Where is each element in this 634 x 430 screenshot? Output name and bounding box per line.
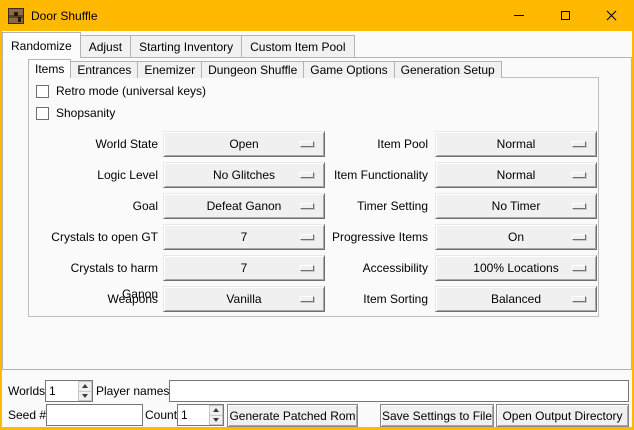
- shopsanity-row: Shopsanity: [36, 106, 115, 120]
- weapons-dropdown[interactable]: Vanilla: [163, 286, 325, 312]
- dropdown-indicator-icon: [572, 234, 586, 240]
- maximize-icon: [561, 11, 570, 20]
- progressive-items-label: Progressive Items: [302, 224, 428, 250]
- tab-game-options[interactable]: Game Options: [303, 61, 394, 78]
- app-door-icon: [8, 8, 24, 24]
- tab-generation-setup[interactable]: Generation Setup: [394, 61, 502, 78]
- dropdown-indicator-icon: [572, 141, 586, 147]
- item-functionality-label: Item Functionality: [302, 162, 428, 188]
- crystals-harm-ganon-label: Crystals to harm Ganon: [32, 255, 158, 281]
- progressive-items-dropdown[interactable]: On: [435, 224, 597, 250]
- tab-entrances[interactable]: Entrances: [70, 61, 138, 78]
- main-tab-bar: Randomize Adjust Starting Inventory Cust…: [2, 32, 354, 58]
- close-button[interactable]: [588, 0, 634, 30]
- worlds-spin-down-button[interactable]: [78, 391, 92, 402]
- worlds-label: Worlds: [8, 380, 45, 402]
- goal-dropdown[interactable]: Defeat Ganon: [163, 193, 325, 219]
- save-settings-button[interactable]: Save Settings to File: [380, 404, 494, 427]
- item-sorting-label: Item Sorting: [302, 286, 428, 312]
- world-state-dropdown[interactable]: Open: [163, 131, 325, 157]
- arrow-down-icon: [213, 418, 219, 422]
- minimize-icon: [514, 15, 524, 16]
- crystals-open-gt-dropdown[interactable]: 7: [163, 224, 325, 250]
- count-spin-down-button[interactable]: [209, 415, 223, 426]
- arrow-down-icon: [82, 394, 88, 398]
- count-spin-up-button[interactable]: [209, 405, 223, 415]
- crystals-harm-ganon-dropdown[interactable]: 7: [163, 255, 325, 281]
- weapons-label: Weapons: [32, 286, 158, 312]
- window-body: Randomize Adjust Starting Inventory Cust…: [2, 31, 632, 427]
- world-state-label: World State: [32, 131, 158, 157]
- logic-level-label: Logic Level: [32, 162, 158, 188]
- logic-level-dropdown[interactable]: No Glitches: [163, 162, 325, 188]
- door-shuffle-window: Door Shuffle Randomize Adjust Starting I…: [0, 0, 634, 430]
- sub-tab-bar: Items Entrances Enemizer Dungeon Shuffle…: [28, 59, 501, 78]
- worlds-spinbox: [45, 380, 93, 402]
- crystals-open-gt-label: Crystals to open GT: [32, 224, 158, 250]
- window-title: Door Shuffle: [31, 9, 98, 23]
- open-output-directory-button[interactable]: Open Output Directory: [496, 404, 629, 427]
- arrow-up-icon: [82, 384, 88, 388]
- shopsanity-checkbox[interactable]: [36, 107, 49, 120]
- worlds-spin-up-button[interactable]: [78, 381, 92, 391]
- arrow-up-icon: [213, 408, 219, 412]
- generate-patched-rom-button[interactable]: Generate Patched Rom: [227, 404, 358, 427]
- tab-starting-inventory[interactable]: Starting Inventory: [130, 35, 242, 58]
- item-pool-label: Item Pool: [302, 131, 428, 157]
- close-icon: [606, 10, 617, 21]
- item-sorting-dropdown[interactable]: Balanced: [435, 286, 597, 312]
- shopsanity-label: Shopsanity: [56, 106, 115, 120]
- tab-enemizer[interactable]: Enemizer: [137, 61, 202, 78]
- accessibility-label: Accessibility: [302, 255, 428, 281]
- retro-mode-row: Retro mode (universal keys): [36, 84, 206, 98]
- timer-setting-label: Timer Setting: [302, 193, 428, 219]
- minimize-button[interactable]: [496, 0, 542, 30]
- tab-adjust[interactable]: Adjust: [80, 35, 131, 58]
- maximize-button[interactable]: [542, 0, 588, 30]
- goal-label: Goal: [32, 193, 158, 219]
- dropdown-indicator-icon: [572, 296, 586, 302]
- count-label: Count: [145, 404, 177, 426]
- player-names-input[interactable]: [169, 380, 629, 402]
- timer-setting-dropdown[interactable]: No Timer: [435, 193, 597, 219]
- tab-dungeon-shuffle[interactable]: Dungeon Shuffle: [201, 61, 304, 78]
- dropdown-indicator-icon: [572, 203, 586, 209]
- count-input[interactable]: [178, 405, 209, 425]
- retro-mode-checkbox[interactable]: [36, 85, 49, 98]
- seed-label: Seed #: [8, 404, 46, 426]
- item-functionality-dropdown[interactable]: Normal: [435, 162, 597, 188]
- player-names-label: Player names: [96, 380, 169, 402]
- worlds-input[interactable]: [46, 381, 78, 401]
- dropdown-indicator-icon: [572, 172, 586, 178]
- tab-randomize[interactable]: Randomize: [2, 32, 81, 58]
- item-pool-dropdown[interactable]: Normal: [435, 131, 597, 157]
- accessibility-dropdown[interactable]: 100% Locations: [435, 255, 597, 281]
- tab-items[interactable]: Items: [28, 59, 71, 78]
- tab-custom-item-pool[interactable]: Custom Item Pool: [241, 35, 354, 58]
- retro-mode-label: Retro mode (universal keys): [56, 84, 206, 98]
- title-bar: Door Shuffle: [0, 0, 634, 31]
- count-spinbox: [177, 404, 224, 426]
- dropdown-indicator-icon: [572, 265, 586, 271]
- seed-input[interactable]: [46, 404, 143, 426]
